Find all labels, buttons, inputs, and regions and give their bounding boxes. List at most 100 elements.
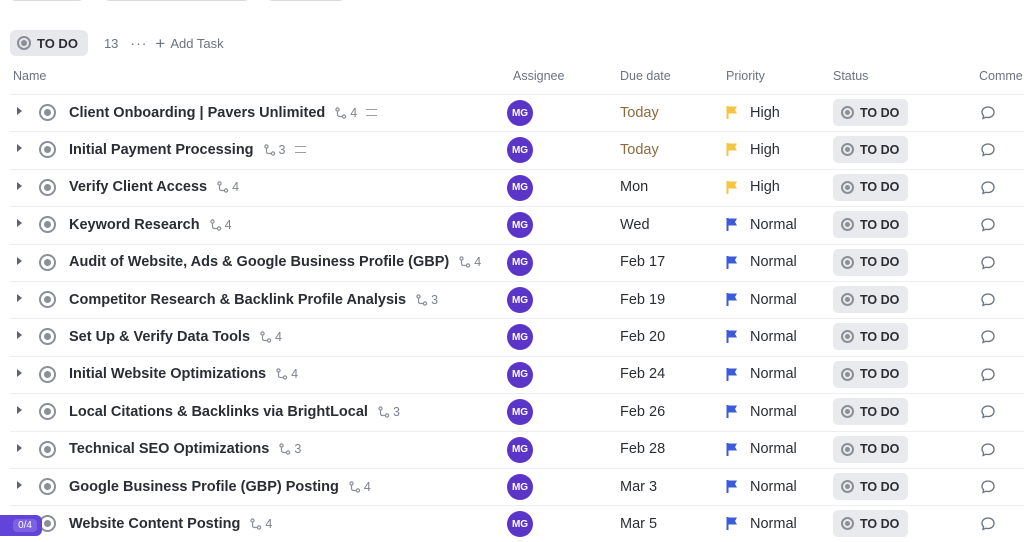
task-name-cell[interactable]: Website Content Posting 4 xyxy=(69,505,272,542)
task-status-icon[interactable] xyxy=(39,328,56,346)
subtask-count[interactable]: 4 xyxy=(335,106,357,120)
due-date[interactable]: Feb 26 xyxy=(620,393,665,430)
task-name[interactable]: Website Content Posting xyxy=(69,516,240,532)
due-date[interactable]: Feb 20 xyxy=(620,318,665,355)
more-icon[interactable]: ··· xyxy=(130,35,147,51)
comment-icon[interactable] xyxy=(980,255,996,276)
due-date[interactable]: Today xyxy=(620,131,659,168)
task-name[interactable]: Keyword Research xyxy=(69,217,200,233)
task-name-cell[interactable]: Google Business Profile (GBP) Posting 4 xyxy=(69,468,371,505)
filter-pill[interactable] xyxy=(8,0,86,1)
task-status-badge[interactable]: TO DO xyxy=(833,173,909,201)
task-status-badge[interactable]: TO DO xyxy=(833,435,909,463)
priority-cell[interactable]: Normal xyxy=(726,244,797,281)
task-status-badge[interactable]: TO DO xyxy=(833,248,909,276)
task-name[interactable]: Local Citations & Backlinks via BrightLo… xyxy=(69,404,368,420)
task-name[interactable]: Set Up & Verify Data Tools xyxy=(69,329,250,345)
priority-cell[interactable]: High xyxy=(726,131,780,168)
expand-caret-icon[interactable] xyxy=(17,256,22,265)
column-header-priority[interactable]: Priority xyxy=(726,69,765,83)
assignee-avatar[interactable]: MG xyxy=(507,174,533,201)
task-name-cell[interactable]: Initial Payment Processing 3 xyxy=(69,131,306,168)
task-row[interactable]: Initial Payment Processing 3 MG Today High TO… xyxy=(0,131,1024,168)
task-name[interactable]: Technical SEO Optimizations xyxy=(69,441,269,457)
task-status-icon[interactable] xyxy=(39,141,56,159)
task-row[interactable]: Technical SEO Optimizations 3 MG Feb 28 Norm… xyxy=(0,430,1024,468)
subtask-count[interactable]: 4 xyxy=(209,218,232,232)
task-name[interactable]: Verify Client Access xyxy=(69,179,207,195)
priority-cell[interactable]: Normal xyxy=(726,468,797,505)
comment-icon[interactable] xyxy=(980,292,996,313)
expand-caret-icon[interactable] xyxy=(17,107,22,115)
column-header-status[interactable]: Status xyxy=(833,69,868,83)
due-date[interactable]: Feb 24 xyxy=(620,356,665,393)
task-name-cell[interactable]: Client Onboarding | Pavers Unlimited 4 xyxy=(69,94,378,131)
task-status-badge[interactable]: TO DO xyxy=(833,286,909,313)
expand-caret-icon[interactable] xyxy=(17,144,22,153)
comment-icon[interactable] xyxy=(980,367,996,388)
filter-pill[interactable] xyxy=(265,0,347,1)
assignee-avatar[interactable]: MG xyxy=(507,249,533,276)
priority-cell[interactable]: Normal xyxy=(726,206,797,243)
assignee-avatar[interactable]: MG xyxy=(507,212,533,239)
assignee-avatar[interactable]: MG xyxy=(507,474,533,500)
expand-caret-icon[interactable] xyxy=(17,294,22,302)
comment-icon[interactable] xyxy=(980,516,996,537)
subtask-count[interactable]: 4 xyxy=(459,255,481,269)
task-status-icon[interactable] xyxy=(39,216,56,234)
task-row[interactable]: Google Business Profile (GBP) Posting 4 MG… xyxy=(0,468,1024,505)
group-status-chip[interactable]: TO DO xyxy=(10,30,88,56)
priority-cell[interactable]: Normal xyxy=(726,356,797,393)
assignee-avatar[interactable]: MG xyxy=(507,137,533,164)
subtask-count[interactable]: 3 xyxy=(263,143,286,157)
expand-caret-icon[interactable] xyxy=(17,406,22,415)
task-status-badge[interactable]: TO DO xyxy=(833,510,909,538)
comment-icon[interactable] xyxy=(980,180,996,201)
due-date[interactable]: Wed xyxy=(620,206,650,243)
task-name[interactable]: Client Onboarding | Pavers Unlimited xyxy=(69,105,325,121)
task-name-cell[interactable]: Verify Client Access 4 xyxy=(69,169,239,206)
assignee-avatar[interactable]: MG xyxy=(507,287,533,313)
priority-cell[interactable]: Normal xyxy=(726,431,797,468)
task-row[interactable]: Client Onboarding | Pavers Unlimited 4 MG T… xyxy=(0,94,1024,131)
task-row[interactable]: Set Up & Verify Data Tools 4 MG Feb 20 Norma… xyxy=(0,318,1024,355)
task-status-badge[interactable]: TO DO xyxy=(833,136,909,164)
comment-icon[interactable] xyxy=(980,329,996,350)
task-name[interactable]: Audit of Website, Ads & Google Business … xyxy=(69,254,449,270)
subtask-count[interactable]: 3 xyxy=(416,293,438,307)
priority-cell[interactable]: High xyxy=(726,169,780,206)
subtask-count[interactable]: 4 xyxy=(276,367,298,381)
task-name-cell[interactable]: Competitor Research & Backlink Profile A… xyxy=(69,281,438,318)
subtask-count[interactable]: 3 xyxy=(378,405,400,419)
priority-cell[interactable]: Normal xyxy=(726,318,797,355)
assignee-avatar[interactable]: MG xyxy=(507,511,533,538)
expand-caret-icon[interactable] xyxy=(17,481,22,489)
column-header-assignee[interactable]: Assignee xyxy=(513,69,564,83)
add-task-button[interactable]: + Add Task xyxy=(155,35,223,52)
task-row[interactable]: Audit of Website, Ads & Google Business … xyxy=(0,243,1024,281)
task-name[interactable]: Competitor Research & Backlink Profile A… xyxy=(69,292,406,308)
assignee-avatar[interactable]: MG xyxy=(507,324,533,351)
task-row[interactable]: Initial Website Optimizations 4 MG Feb 24 No… xyxy=(0,355,1024,393)
comment-icon[interactable] xyxy=(980,142,996,163)
due-date[interactable]: Feb 28 xyxy=(620,431,665,468)
due-date[interactable]: Mar 3 xyxy=(620,468,657,505)
assignee-avatar[interactable]: MG xyxy=(507,436,533,463)
task-row[interactable]: Verify Client Access 4 MG Mon High TO DO xyxy=(0,168,1024,206)
comment-icon[interactable] xyxy=(980,442,996,463)
task-name[interactable]: Initial Payment Processing xyxy=(69,142,254,158)
column-header-name[interactable]: Name xyxy=(13,69,46,83)
task-status-badge[interactable]: TO DO xyxy=(833,323,909,351)
task-row[interactable]: Local Citations & Backlinks via BrightLo… xyxy=(0,393,1024,430)
comment-icon[interactable] xyxy=(980,479,996,500)
task-row[interactable]: Keyword Research 4 MG Wed Normal TO DO xyxy=(0,206,1024,243)
task-status-badge[interactable]: TO DO xyxy=(833,473,909,500)
task-status-icon[interactable] xyxy=(39,291,56,308)
task-name-cell[interactable]: Set Up & Verify Data Tools 4 xyxy=(69,318,282,355)
comment-icon[interactable] xyxy=(980,105,996,126)
expand-caret-icon[interactable] xyxy=(17,181,22,190)
subtask-count[interactable]: 4 xyxy=(260,330,282,344)
task-row[interactable]: Competitor Research & Backlink Profile A… xyxy=(0,281,1024,318)
priority-cell[interactable]: Normal xyxy=(726,281,797,318)
expand-caret-icon[interactable] xyxy=(17,331,22,340)
